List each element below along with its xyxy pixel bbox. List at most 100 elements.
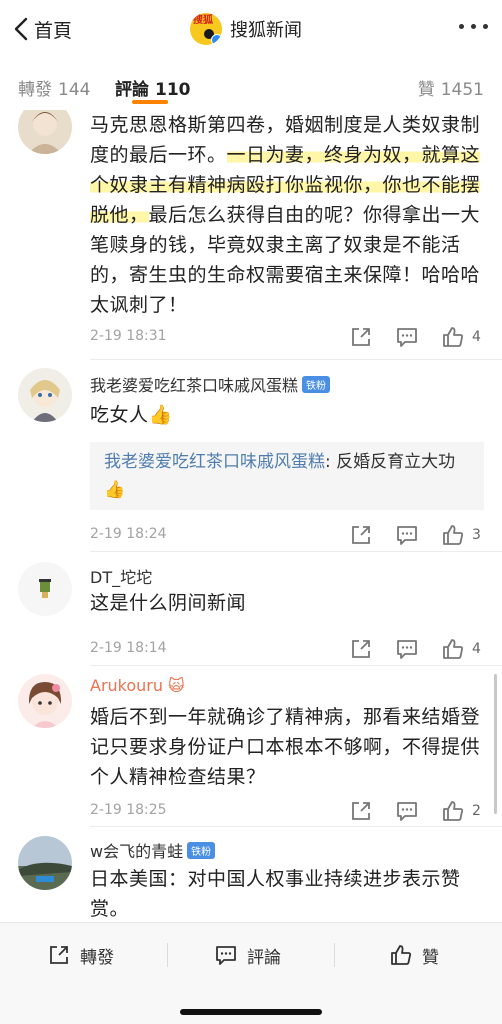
reply-box[interactable]: 我老婆爱吃红茶口味戚风蛋糕: 反婚反育立大功👍 xyxy=(90,442,484,510)
comment-icon xyxy=(216,946,236,965)
divider xyxy=(90,826,502,827)
comment-text: 吃女人👍 xyxy=(90,404,173,426)
comment-item: 我老婆爱吃红茶口味戚风蛋糕 铁粉 吃女人👍 我老婆爱吃红茶口味戚风蛋糕: 反婚反育… xyxy=(0,368,502,545)
thumbs-up-icon xyxy=(443,639,464,659)
divider xyxy=(90,665,502,666)
tab-forward-count: 144 xyxy=(58,80,91,100)
comment-icon xyxy=(397,328,417,347)
like-button[interactable]: 贊 xyxy=(390,941,439,969)
share-button[interactable] xyxy=(350,524,376,546)
comment-text: 日本美国：对中国人权事业持续进步表示赞赏。 xyxy=(90,868,461,920)
comment-text: 婚后不到一年就确诊了精神病，那看来结婚登记只要求身份证户口本根本不够啊，不得提供… xyxy=(90,706,481,788)
fan-badge: 铁粉 xyxy=(302,376,331,393)
tab-comments-count: 110 xyxy=(155,80,191,100)
bottom-action-bar: 轉發 評論 贊 xyxy=(0,922,502,1024)
scrollbar[interactable] xyxy=(494,674,497,814)
reply-button[interactable] xyxy=(396,326,422,348)
logo-text: 搜狐 xyxy=(193,15,213,26)
share-icon xyxy=(352,640,370,658)
back-button[interactable]: 首頁 xyxy=(12,14,72,44)
avatar[interactable] xyxy=(18,368,72,422)
comment-item: w会飞的青蛙 铁粉 日本美国：对中国人权事业持续进步表示赞赏。 xyxy=(0,836,502,922)
reply-author[interactable]: 我老婆爱吃红茶口味戚风蛋糕 xyxy=(104,452,325,472)
forward-button[interactable]: 轉發 xyxy=(48,941,114,969)
like-button[interactable] xyxy=(442,326,468,348)
back-label: 首頁 xyxy=(34,19,73,42)
comment-meta: 2-19 18:24 3 xyxy=(90,524,484,548)
comment-time: 2-19 18:25 xyxy=(90,802,167,818)
share-icon xyxy=(50,946,68,964)
share-button[interactable] xyxy=(350,800,376,822)
comment-meta: 2-19 18:14 4 xyxy=(90,638,484,662)
reply-button[interactable] xyxy=(396,800,422,822)
thumbs-up-icon xyxy=(443,801,464,821)
thumbs-up-icon xyxy=(391,945,412,965)
top-navigation-bar: 首頁 搜狐 搜狐新闻 xyxy=(0,0,502,58)
avatar[interactable] xyxy=(18,110,72,154)
comment-text: 这是什么阴间新闻 xyxy=(90,592,247,614)
comment-text-part: 最后怎么获得自由的呢？你得拿出一大笔赎身的钱，毕竟奴隶主离了奴隶是不能活的，寄生… xyxy=(90,204,481,316)
reply-button[interactable] xyxy=(396,524,422,546)
comment-time: 2-19 18:14 xyxy=(90,640,167,656)
like-button[interactable] xyxy=(442,800,468,822)
comment-label: 評論 xyxy=(247,947,281,968)
fan-badge: 铁粉 xyxy=(187,842,216,859)
comment-author[interactable]: w会飞的青蛙 铁粉 xyxy=(90,838,216,862)
comment-meta: 2-19 18:31 4 xyxy=(90,326,484,350)
tab-forward-label: 轉發 xyxy=(18,80,52,100)
comment-author[interactable]: 我老婆爱吃红茶口味戚风蛋糕 铁粉 xyxy=(90,372,331,396)
tab-likes[interactable]: 贊 1451 xyxy=(418,75,484,100)
tab-likes-label: 贊 xyxy=(417,80,435,100)
comment-item: DT_坨坨 这是什么阴间新闻 2-19 18:14 4 xyxy=(0,562,502,659)
comment-author[interactable]: DT_坨坨 xyxy=(90,564,152,588)
avatar[interactable] xyxy=(18,674,72,728)
thumbs-up-icon xyxy=(443,327,464,347)
comment-item: Arukouru 🙀 婚后不到一年就确诊了精神病，那看来结婚登记只要求身份证户口… xyxy=(0,674,502,824)
comment-icon xyxy=(397,526,417,545)
forward-label: 轉發 xyxy=(80,947,114,968)
verified-icon xyxy=(211,34,222,45)
home-indicator[interactable] xyxy=(180,1009,322,1015)
divider xyxy=(90,551,502,552)
more-options-icon[interactable] xyxy=(459,24,488,29)
comment-icon xyxy=(397,640,417,659)
comment-actions: 2 xyxy=(330,800,484,822)
comment-actions: 3 xyxy=(330,524,484,546)
share-button[interactable] xyxy=(350,638,376,660)
sohu-logo: 搜狐 xyxy=(190,13,222,45)
reply-button[interactable] xyxy=(396,638,422,660)
author-emoji: 🙀 xyxy=(168,676,185,695)
avatar[interactable] xyxy=(18,562,72,616)
comment-meta: 2-19 18:25 2 xyxy=(90,800,484,824)
divider xyxy=(167,943,168,967)
tab-forward[interactable]: 轉發 144 xyxy=(18,75,90,100)
divider xyxy=(90,359,502,360)
tab-comments[interactable]: 評論 110 xyxy=(115,75,191,100)
comment-text: 马克思恩格斯第四卷，婚姻制度是人类奴隶制度的最后一环。一日为妻，终身为奴，就算这… xyxy=(90,110,488,320)
author-name: 我老婆爱吃红茶口味戚风蛋糕 xyxy=(90,376,299,395)
tab-bar: 轉發 144 評論 110 贊 1451 xyxy=(0,58,502,110)
comment-list[interactable]: 马克思恩格斯第四卷，婚姻制度是人类奴隶制度的最后一环。一日为妻，终身为奴，就算这… xyxy=(0,110,502,922)
comment-item: 马克思恩格斯第四卷，婚姻制度是人类奴隶制度的最后一环。一日为妻，终身为奴，就算这… xyxy=(0,110,502,347)
like-button[interactable] xyxy=(442,524,468,546)
share-icon xyxy=(352,802,370,820)
share-icon xyxy=(352,328,370,346)
like-count: 4 xyxy=(472,641,481,657)
account-header[interactable]: 搜狐 搜狐新闻 xyxy=(190,12,302,46)
divider xyxy=(334,943,335,967)
like-count: 3 xyxy=(472,527,481,543)
account-name: 搜狐新闻 xyxy=(230,20,302,41)
comment-actions: 4 xyxy=(330,638,484,660)
share-button[interactable] xyxy=(350,326,376,348)
comment-actions: 4 xyxy=(330,326,484,348)
comment-time: 2-19 18:31 xyxy=(90,328,167,344)
like-count: 4 xyxy=(472,329,481,345)
comment-author[interactable]: Arukouru 🙀 xyxy=(90,676,185,695)
like-count: 2 xyxy=(472,803,481,819)
tab-likes-count: 1451 xyxy=(440,80,484,100)
avatar[interactable] xyxy=(18,836,72,890)
like-label: 贊 xyxy=(422,947,439,968)
comment-button[interactable]: 評論 xyxy=(215,941,281,969)
chevron-left-icon xyxy=(14,17,28,41)
like-button[interactable] xyxy=(442,638,468,660)
